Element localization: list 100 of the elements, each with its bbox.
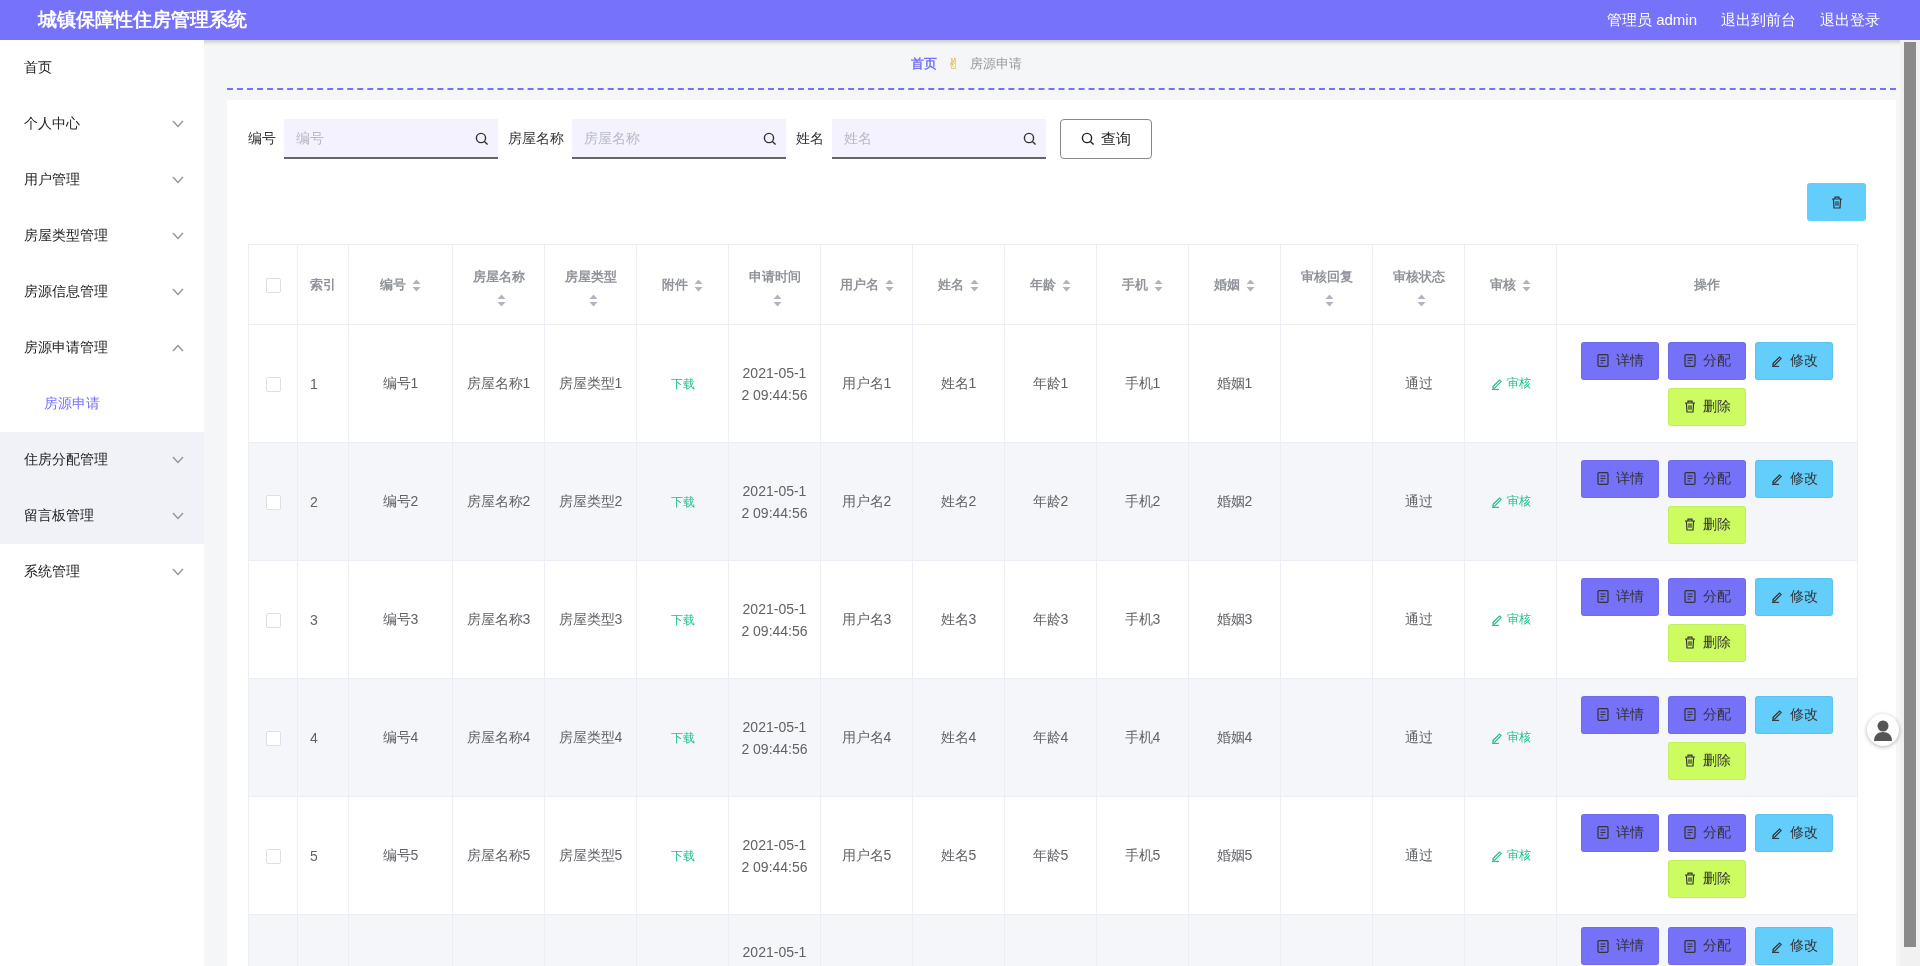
assign-button[interactable]: 分配 [1668,813,1746,852]
sort-icon[interactable] [1417,294,1426,308]
sort-icon[interactable] [694,278,703,292]
assign-button[interactable]: 分配 [1668,341,1746,380]
sort-icon[interactable] [1522,278,1531,292]
menu-item[interactable]: 留言板管理 [0,488,204,544]
menu-item[interactable]: 房源信息管理 [0,264,204,320]
sort-icon[interactable] [412,278,421,292]
detail-button[interactable]: 详情 [1581,577,1659,616]
download-link[interactable]: 下载 [670,730,695,745]
download-link[interactable]: 下载 [670,494,695,509]
breadcrumb-item: 房源申请 [969,55,1022,73]
header-link[interactable]: 退出到前台 [1721,10,1796,30]
trash-icon [1830,195,1843,209]
breadcrumb-item[interactable]: 首页 [911,55,938,73]
search-field[interactable]: 房屋名称 [572,119,786,159]
search-icon[interactable] [1023,132,1037,146]
search-field[interactable]: 编号 [284,119,498,159]
checkbox[interactable] [265,848,281,864]
edit-button[interactable]: 修改 [1755,577,1833,616]
search-icon[interactable] [475,132,489,146]
detail-button[interactable]: 详情 [1581,813,1659,852]
download-link[interactable]: 下载 [670,848,695,863]
sort-icon[interactable] [1246,278,1255,292]
edit-button[interactable]: 修改 [1755,695,1833,734]
detail-button[interactable]: 详情 [1581,695,1659,734]
review-link[interactable]: 审核 [1490,374,1531,392]
table-cell: 2021-05-1 [728,914,821,966]
document-icon [1596,590,1609,603]
download-link[interactable]: 下载 [670,612,695,627]
sort-icon[interactable] [589,294,598,308]
sort-icon[interactable] [1325,294,1334,308]
table-cell: 房屋类型1 [544,324,637,443]
sort-icon[interactable] [773,294,782,308]
table-cell: 姓名3 [912,560,1005,679]
sort-icon[interactable] [1154,278,1163,292]
checkbox[interactable] [265,494,281,510]
header-link[interactable]: 退出登录 [1820,10,1880,30]
search-field[interactable]: 姓名 [832,119,1046,159]
table-cell: 4 [297,678,349,797]
sort-icon[interactable] [884,278,894,292]
menu-item[interactable]: 房源申请管理 [0,320,204,376]
table-cell: 房屋名称4 [452,678,545,797]
download-link[interactable]: 下载 [670,376,695,391]
column-header: 房屋类型 [564,268,617,284]
detail-button[interactable]: 详情 [1581,341,1659,380]
menu-item[interactable]: 用户管理 [0,152,204,208]
sort-icon[interactable] [497,294,506,308]
table-cell: 编号5 [348,796,453,915]
scrollbar[interactable] [1904,42,1916,947]
detail-button[interactable]: 详情 [1581,459,1659,498]
delete-button[interactable]: 删除 [1668,741,1746,780]
checkbox[interactable] [265,612,281,628]
assign-button[interactable]: 分配 [1668,695,1746,734]
search-icon[interactable] [1081,132,1095,146]
checkbox[interactable] [265,376,281,392]
table-cell: 房屋名称1 [452,324,545,443]
trash-icon [1683,518,1696,531]
table-cell: 婚姻2 [1188,442,1281,561]
sort-icon[interactable] [970,278,979,292]
assign-button[interactable]: 分配 [1668,577,1746,616]
menu-item[interactable]: 房屋类型管理 [0,208,204,264]
edit-button[interactable]: 修改 [1755,813,1833,852]
menu-item[interactable]: 系统管理 [0,544,204,600]
sort-icon[interactable] [1062,278,1071,292]
delete-button[interactable]: 删除 [1668,505,1746,544]
edit-button[interactable]: 修改 [1755,341,1833,380]
edit-button[interactable]: 修改 [1755,459,1833,498]
app-title: 城镇保障性住房管理系统 [38,8,248,32]
table-cell: 用户名1 [820,324,913,443]
table-cell: 姓名5 [912,796,1005,915]
checkbox[interactable] [265,730,281,746]
table-cell: 用户名4 [820,678,913,797]
assign-button[interactable]: 分配 [1668,459,1746,498]
header-link[interactable]: 管理员 admin [1606,10,1697,30]
submenu-item[interactable]: 房源申请 [0,376,204,432]
delete-button[interactable]: 删除 [1668,859,1746,898]
table-cell: 手机2 [1096,442,1189,561]
menu-item[interactable]: 住房分配管理 [0,432,204,488]
menu-item[interactable]: 首页 [0,40,204,96]
edit-button[interactable]: 修改 [1755,927,1833,965]
assign-button[interactable]: 分配 [1668,927,1746,965]
delete-button[interactable] [1807,183,1866,221]
delete-button[interactable]: 删除 [1668,387,1746,426]
menu-item[interactable]: 个人中心 [0,96,204,152]
review-link[interactable]: 审核 [1490,610,1531,628]
review-link[interactable]: 审核 [1490,492,1531,510]
search-icon[interactable] [763,132,777,146]
document-icon [1596,826,1609,839]
review-link[interactable]: 审核 [1490,846,1531,864]
delete-button[interactable]: 删除 [1668,623,1746,662]
pencil-icon [1770,826,1783,839]
table-cell: 年龄1 [1004,324,1097,443]
checkbox[interactable] [265,277,281,293]
table-cell: 3 [297,560,349,679]
document-icon [1596,472,1609,485]
document-icon [1596,354,1609,367]
review-link[interactable]: 审核 [1490,728,1531,746]
detail-button[interactable]: 详情 [1581,927,1659,965]
search-button[interactable]: 查询 [1060,119,1152,159]
